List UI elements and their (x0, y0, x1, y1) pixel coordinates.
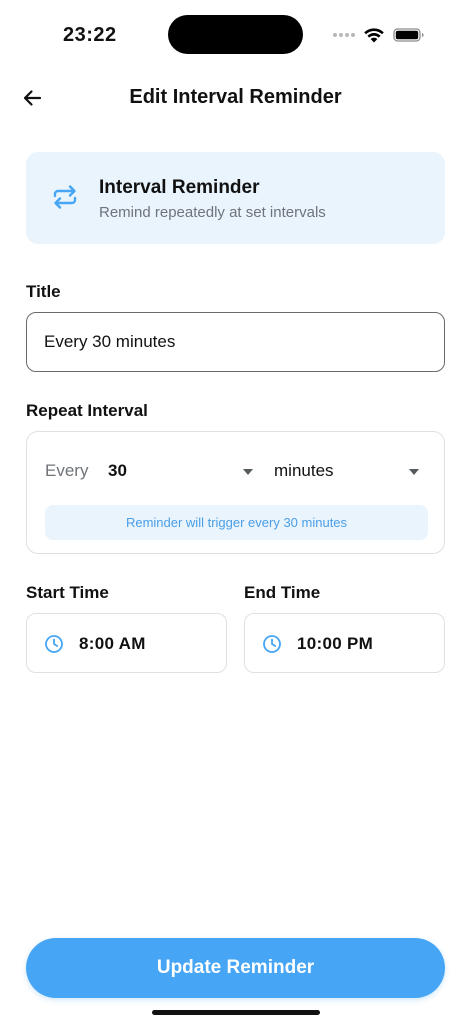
start-time-value: 8:00 AM (79, 634, 146, 653)
reminder-type-card: Interval Reminder Remind repeatedly at s… (26, 152, 445, 244)
status-icons (333, 24, 425, 46)
wifi-icon (364, 28, 384, 43)
chevron-down-icon (409, 469, 419, 475)
dynamic-island (168, 15, 303, 54)
reminder-type-title: Interval Reminder (99, 177, 260, 198)
status-time: 23:22 (63, 24, 117, 46)
start-time-label: Start Time (26, 583, 109, 602)
interval-unit-value: minutes (274, 461, 334, 480)
reminder-type-subtitle: Remind repeatedly at set intervals (99, 204, 326, 221)
interval-amount-dropdown[interactable]: 30 (108, 454, 258, 486)
end-time-label: End Time (244, 583, 321, 602)
interval-amount-value: 30 (108, 461, 127, 480)
cellular-signal-icon (333, 33, 355, 37)
end-time-field[interactable]: 10:00 PM (244, 613, 445, 673)
end-time-value: 10:00 PM (297, 634, 374, 653)
header: Edit Interval Reminder (0, 70, 471, 126)
update-reminder-button[interactable]: Update Reminder (26, 938, 445, 998)
trigger-summary-note: Reminder will trigger every 30 minutes (45, 505, 428, 540)
repeat-icon (53, 185, 77, 209)
status-bar: 23:22 (0, 0, 471, 60)
home-indicator (152, 1010, 320, 1015)
battery-icon (393, 28, 424, 42)
page-title: Edit Interval Reminder (129, 86, 342, 108)
title-label: Title (26, 282, 61, 301)
start-time-field[interactable]: 8:00 AM (26, 613, 227, 673)
repeat-interval-box: Every 30 minutes Reminder will trigger e… (26, 431, 445, 554)
repeat-interval-label: Repeat Interval (26, 401, 148, 420)
every-label: Every (45, 461, 89, 480)
interval-unit-dropdown[interactable]: minutes (274, 454, 421, 486)
title-input[interactable] (26, 312, 445, 372)
clock-icon (45, 635, 63, 653)
chevron-down-icon (243, 469, 253, 475)
clock-icon (263, 635, 281, 653)
